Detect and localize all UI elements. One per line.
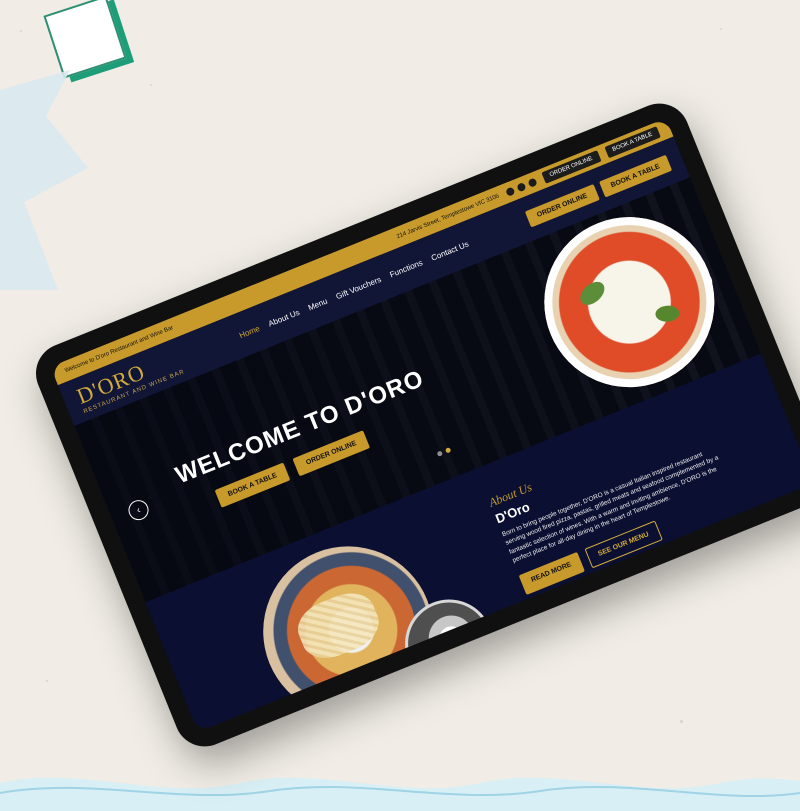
instagram-icon[interactable] [516, 182, 527, 193]
nav-menu[interactable]: Menu [307, 296, 329, 312]
background-speck [150, 84, 152, 86]
facebook-icon[interactable] [504, 186, 516, 197]
background-speck [20, 30, 22, 32]
tablet-screen: Welcome to D'oro Restaurant and Wine Bar… [50, 117, 800, 733]
background-speck [720, 28, 722, 30]
nav-home[interactable]: Home [238, 323, 261, 339]
nav-contact-us[interactable]: Contact Us [430, 239, 470, 262]
decorative-shard [0, 70, 88, 290]
nav-gift-vouchers[interactable]: Gift Vouchers [334, 274, 382, 300]
email-icon[interactable] [527, 177, 538, 188]
background-speck [680, 720, 683, 723]
decorative-card [43, 0, 127, 79]
nav-functions[interactable]: Functions [388, 258, 424, 279]
decorative-wave [0, 777, 800, 811]
tablet-device: Welcome to D'oro Restaurant and Wine Bar… [26, 94, 800, 756]
background-speck [46, 680, 48, 682]
nav-about-us[interactable]: About Us [267, 307, 301, 328]
